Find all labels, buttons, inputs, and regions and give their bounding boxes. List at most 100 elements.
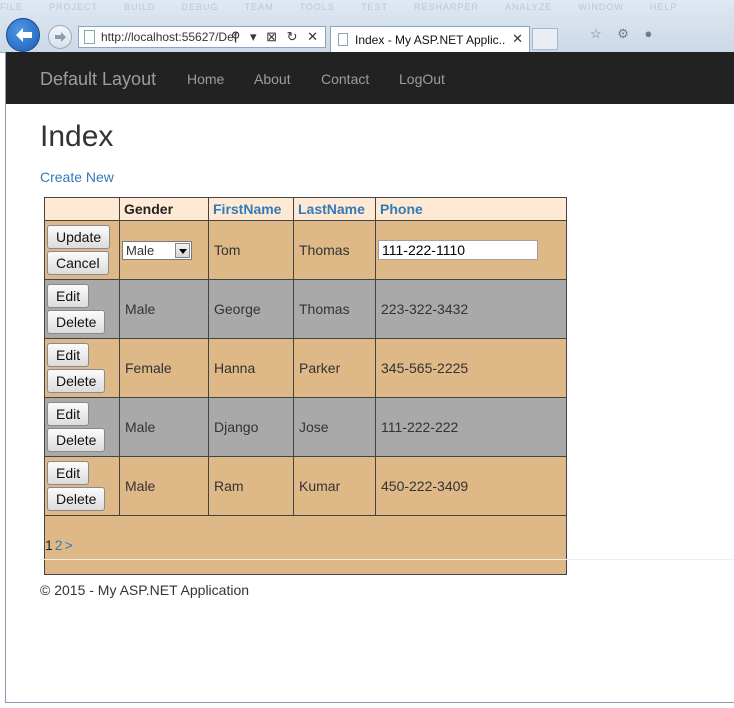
pager-next[interactable]: > bbox=[65, 537, 73, 553]
phone-text: 345-565-2225 bbox=[381, 360, 469, 376]
navbar: Default Layout Home About Contact LogOut bbox=[6, 52, 734, 104]
header-gender: Gender bbox=[119, 197, 209, 221]
gender-cell: Male bbox=[119, 456, 209, 516]
address-bar-buttons[interactable]: ⚲ ▾ ⊠ ↻ ✕ bbox=[231, 29, 321, 45]
cancel-button[interactable]: Cancel bbox=[47, 251, 109, 275]
row-commands: Edit Delete bbox=[44, 456, 120, 516]
menu-window: WINDOW bbox=[578, 2, 624, 12]
phone-text: 223-322-3432 bbox=[381, 301, 469, 317]
update-button[interactable]: Update bbox=[47, 225, 111, 249]
firstname-cell: Ram bbox=[208, 456, 294, 516]
lastname-cell: Thomas bbox=[293, 279, 376, 339]
gender-cell: Male bbox=[119, 279, 209, 339]
table-row-editing: Update Cancel Male Tom Thomas bbox=[44, 220, 567, 280]
table-row: Edit Delete Male Ram Kumar 450-222-3409 bbox=[44, 456, 567, 516]
lastname-cell: Kumar bbox=[293, 456, 376, 516]
menu-file: FILE bbox=[0, 2, 24, 12]
sort-phone-link[interactable]: Phone bbox=[380, 201, 423, 217]
edit-button[interactable]: Edit bbox=[47, 284, 90, 308]
table-row: Edit Delete Male George Thomas 223-322-3… bbox=[44, 279, 567, 339]
nav-logout[interactable]: LogOut bbox=[399, 71, 445, 87]
row-commands: Update Cancel bbox=[44, 220, 120, 280]
page-icon bbox=[84, 30, 95, 44]
pager-row: 1 2 > bbox=[44, 515, 567, 575]
delete-button[interactable]: Delete bbox=[47, 487, 106, 511]
grid-header-row: Gender FirstName LastName Phone bbox=[44, 197, 567, 221]
url-text[interactable]: http://localhost:55627/Def bbox=[101, 30, 241, 44]
create-new-link[interactable]: Create New bbox=[40, 169, 114, 185]
firstname-cell: Tom bbox=[208, 220, 294, 280]
firstname-cell: George bbox=[208, 279, 294, 339]
pager-page-2[interactable]: 2 bbox=[55, 537, 63, 553]
firstname-text: Hanna bbox=[214, 360, 256, 376]
edit-button[interactable]: Edit bbox=[47, 461, 90, 485]
phone-cell: 223-322-3432 bbox=[375, 279, 567, 339]
edit-button[interactable]: Edit bbox=[47, 343, 90, 367]
gender-cell: Female bbox=[119, 338, 209, 398]
sort-lastname-link[interactable]: LastName bbox=[298, 201, 365, 217]
delete-button[interactable]: Delete bbox=[47, 369, 106, 393]
nav-home[interactable]: Home bbox=[187, 71, 224, 87]
gender-text: Male bbox=[125, 478, 156, 494]
lastname-text: Parker bbox=[299, 360, 341, 376]
phone-text: 450-222-3409 bbox=[381, 478, 469, 494]
phone-cell: 450-222-3409 bbox=[375, 456, 567, 516]
page-title: Index bbox=[40, 120, 114, 153]
browser-chrome: FILE PROJECT BUILD DEBUG TEAM TOOLS TEST RESHAR… bbox=[0, 0, 734, 53]
forward-arrow-icon bbox=[55, 32, 66, 42]
forward-button[interactable] bbox=[48, 25, 72, 49]
gender-select[interactable]: Male bbox=[122, 240, 192, 260]
chevron-down-icon[interactable] bbox=[175, 242, 190, 258]
menu-build: BUILD bbox=[124, 2, 156, 12]
menu-test: TEST bbox=[360, 2, 388, 12]
menu-team: TEAM bbox=[244, 2, 274, 12]
firstname-text: Django bbox=[214, 419, 259, 435]
gender-text: Female bbox=[125, 360, 172, 376]
lastname-text: Thomas bbox=[299, 242, 350, 258]
delete-button[interactable]: Delete bbox=[47, 428, 106, 452]
lastname-cell: Parker bbox=[293, 338, 376, 398]
footer-text: © 2015 - My ASP.NET Application bbox=[40, 582, 250, 598]
tab-title: Index - My ASP.NET Applic... bbox=[355, 33, 505, 47]
web-page: Default Layout Home About Contact LogOut… bbox=[5, 52, 734, 703]
gender-text: Male bbox=[125, 301, 156, 317]
lastname-text: Kumar bbox=[299, 478, 341, 494]
firstname-text: Tom bbox=[214, 242, 241, 258]
back-arrow-icon bbox=[16, 28, 32, 42]
nav-contact[interactable]: Contact bbox=[321, 71, 369, 87]
browser-tab[interactable]: Index - My ASP.NET Applic... ✕ bbox=[330, 26, 530, 52]
gender-select-value: Male bbox=[126, 242, 155, 258]
background-menu-strip: FILE PROJECT BUILD DEBUG TEAM TOOLS TEST RESHAR… bbox=[0, 2, 734, 16]
tab-page-icon bbox=[338, 33, 348, 46]
row-commands: Edit Delete bbox=[44, 397, 120, 457]
lastname-cell: Thomas bbox=[293, 220, 376, 280]
tab-close-icon[interactable]: ✕ bbox=[512, 31, 523, 47]
header-commands bbox=[44, 197, 120, 221]
browser-tool-icons[interactable]: ☆ ⚙ ● bbox=[590, 26, 658, 46]
nav-about[interactable]: About bbox=[254, 71, 291, 87]
footer-divider bbox=[40, 559, 734, 560]
pager: 1 2 > bbox=[44, 515, 567, 575]
phone-cell: 111-222-222 bbox=[375, 397, 567, 457]
firstname-text: Ram bbox=[214, 478, 244, 494]
sort-firstname-link[interactable]: FirstName bbox=[213, 201, 281, 217]
lastname-text: Jose bbox=[299, 419, 329, 435]
address-bar[interactable]: http://localhost:55627/Def ⚲ ▾ ⊠ ↻ ✕ bbox=[78, 26, 326, 48]
pager-current: 1 bbox=[45, 537, 53, 553]
menu-project: PROJECT bbox=[49, 2, 99, 12]
firstname-cell: Django bbox=[208, 397, 294, 457]
people-grid: Gender FirstName LastName Phone Update C… bbox=[44, 197, 567, 575]
phone-input[interactable] bbox=[378, 240, 538, 260]
firstname-cell: Hanna bbox=[208, 338, 294, 398]
gender-text: Male bbox=[125, 419, 156, 435]
gender-cell: Male bbox=[119, 397, 209, 457]
row-commands: Edit Delete bbox=[44, 279, 120, 339]
phone-cell bbox=[375, 220, 567, 280]
edit-button[interactable]: Edit bbox=[47, 402, 90, 426]
back-button[interactable] bbox=[6, 18, 40, 52]
menu-analyze: ANALYZE bbox=[504, 2, 553, 12]
delete-button[interactable]: Delete bbox=[47, 310, 106, 334]
brand-link[interactable]: Default Layout bbox=[40, 69, 156, 90]
menu-tools: TOOLS bbox=[299, 2, 335, 12]
new-tab-button[interactable] bbox=[532, 28, 558, 50]
